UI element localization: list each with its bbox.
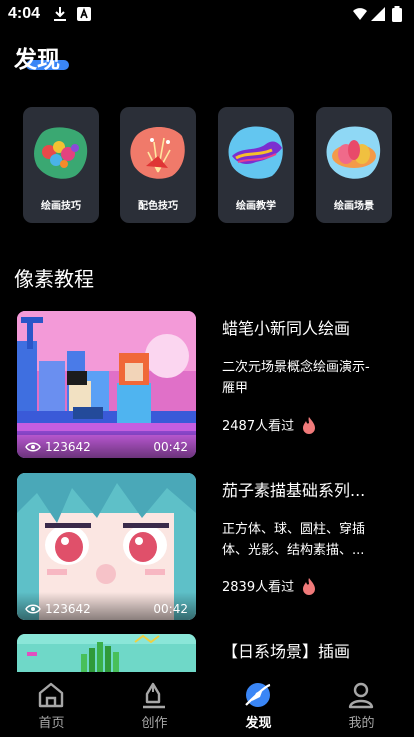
fire-icon — [303, 416, 316, 434]
category-label: 配色技巧 — [138, 201, 178, 212]
fire-icon — [303, 577, 316, 595]
bottom-nav: 首页 创作 发现 我的 — [0, 672, 414, 737]
category-card-color-skills[interactable]: 配色技巧 — [120, 107, 196, 223]
course-title[interactable]: 【日系场景】插画 — [222, 638, 392, 662]
category-card-drawing-scenes[interactable]: 绘画场景 — [316, 107, 392, 223]
font-icon — [77, 7, 91, 21]
course-thumbnail[interactable]: 123642 00:42 — [17, 473, 196, 620]
category-label: 绘画场景 — [334, 201, 374, 212]
category-label: 绘画技巧 — [41, 201, 81, 212]
view-count-value: 123642 — [45, 440, 91, 454]
view-count: 123642 — [25, 440, 91, 454]
color-splash-icon — [130, 127, 185, 179]
nav-item-profile[interactable]: 我的 — [310, 672, 413, 737]
paint-splash-icon — [34, 127, 88, 179]
nav-item-home[interactable]: 首页 — [0, 672, 103, 737]
status-time: 4:04 — [8, 5, 41, 22]
video-duration: 00:42 — [153, 440, 188, 454]
nav-label: 发现 — [245, 716, 272, 731]
course-title[interactable]: 蜡笔小新同人绘画 — [222, 315, 392, 339]
course-description: 二次元场景概念绘画演示-雁甲 — [222, 360, 370, 396]
watchers-count: 2839人看过 — [222, 580, 295, 595]
course-description: 正方体、球、圆柱、穿插体、光影、结构素描、... — [222, 522, 366, 558]
pixel-art-plant-image — [17, 634, 196, 672]
pen-icon — [143, 682, 165, 709]
category-card-drawing-skills[interactable]: 绘画技巧 — [23, 107, 99, 223]
nav-label: 创作 — [141, 716, 168, 731]
section-title: 像素教程 — [14, 267, 94, 291]
status-bar: 4:04 — [0, 0, 414, 30]
flower-splash-icon — [326, 126, 381, 179]
course-title[interactable]: 茄子素描基础系列... — [222, 477, 392, 501]
video-duration: 00:42 — [153, 602, 188, 616]
nav-label: 首页 — [38, 716, 65, 731]
nav-label: 我的 — [348, 716, 375, 731]
wifi-icon — [353, 8, 367, 20]
signal-icon — [371, 7, 385, 21]
nav-item-create[interactable]: 创作 — [103, 672, 206, 737]
view-count-value: 123642 — [45, 602, 91, 616]
category-label: 绘画教学 — [236, 201, 276, 212]
course-thumbnail[interactable] — [17, 634, 196, 672]
course-thumbnail[interactable]: 123642 00:42 — [17, 311, 196, 458]
eye-icon — [25, 604, 41, 614]
battery-icon — [392, 6, 402, 22]
course-watchers: 2487人看过 — [222, 415, 316, 434]
eye-icon — [25, 442, 41, 452]
user-icon — [348, 682, 374, 709]
brush-stroke-icon — [228, 126, 283, 179]
download-icon — [54, 7, 66, 21]
page-title: 发现 — [14, 47, 60, 73]
nav-item-discover[interactable]: 发现 — [207, 672, 310, 737]
category-card-drawing-teaching[interactable]: 绘画教学 — [218, 107, 294, 223]
course-watchers: 2839人看过 — [222, 576, 316, 595]
compass-icon — [245, 683, 271, 707]
watchers-count: 2487人看过 — [222, 419, 295, 434]
home-icon — [38, 682, 64, 708]
view-count: 123642 — [25, 602, 91, 616]
